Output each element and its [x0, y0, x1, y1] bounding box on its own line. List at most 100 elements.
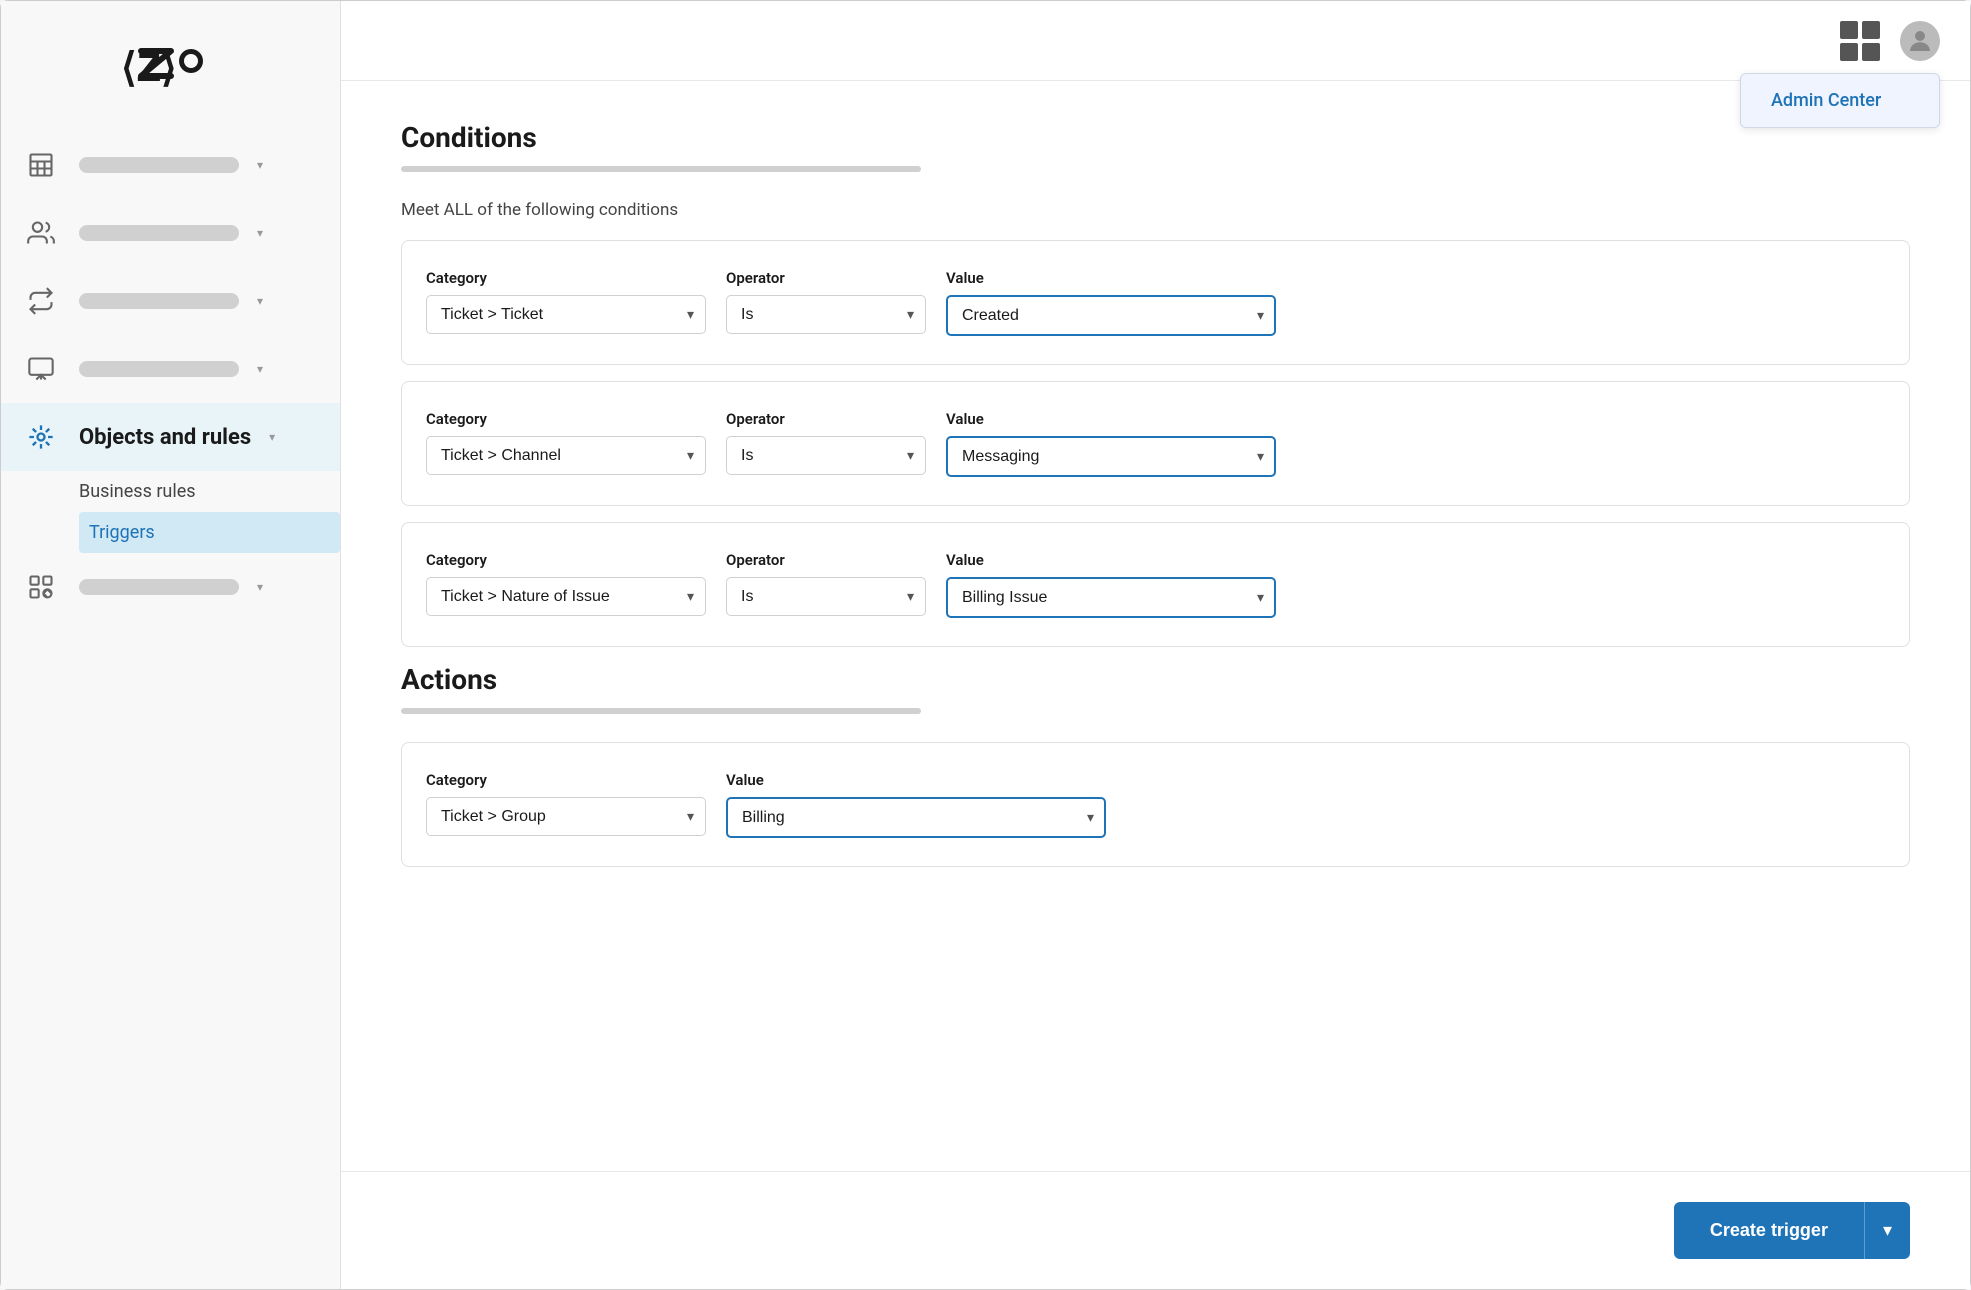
actions-section: Actions Category Ticket > Group Value — [401, 663, 1910, 867]
nav-placeholder-6 — [79, 579, 239, 595]
grid-sq-4 — [1862, 43, 1880, 61]
sidebar-nav: ▾ ▾ — [1, 121, 340, 1289]
condition-row-2: Category Ticket > Channel Operator Is — [401, 381, 1910, 506]
chevron-icon-1: ▾ — [257, 158, 263, 172]
action-value-select-wrapper: Billing — [726, 797, 1106, 838]
operator-group-3: Operator Is — [726, 551, 926, 616]
value-select-3[interactable]: Billing Issue — [946, 577, 1276, 618]
action-value-group: Value Billing — [726, 771, 1106, 838]
conditions-bar — [401, 166, 921, 172]
category-group-3: Category Ticket > Nature of Issue — [426, 551, 706, 616]
operator-label-3: Operator — [726, 551, 926, 569]
subnav-business-rules: Business rules — [79, 471, 340, 512]
category-select-3[interactable]: Ticket > Nature of Issue — [426, 577, 706, 616]
sidebar-item-objects-rules[interactable]: Objects and rules ▾ — [1, 403, 340, 471]
conditions-title: Conditions — [401, 121, 1910, 154]
category-select-1[interactable]: Ticket > Ticket — [426, 295, 706, 334]
actions-bar — [401, 708, 921, 714]
value-label-2: Value — [946, 410, 1276, 428]
action-fields-1: Category Ticket > Group Value Billing — [426, 771, 1885, 838]
objects-rules-icon — [21, 417, 61, 457]
condition-fields-1: Category Ticket > Ticket Operator Is — [426, 269, 1885, 336]
operator-select-wrapper-2: Is — [726, 436, 926, 475]
action-value-select[interactable]: Billing — [726, 797, 1106, 838]
operator-select-wrapper-1: Is — [726, 295, 926, 334]
main-content: Admin Center Conditions Meet ALL of the … — [341, 1, 1970, 1289]
category-select-wrapper-1: Ticket > Ticket — [426, 295, 706, 334]
value-label-3: Value — [946, 551, 1276, 569]
value-label-1: Value — [946, 269, 1276, 287]
sidebar-item-3[interactable]: ▾ — [1, 267, 340, 335]
nav-placeholder-3 — [79, 293, 239, 309]
action-category-select[interactable]: Ticket > Group — [426, 797, 706, 836]
condition-row-1: Category Ticket > Ticket Operator Is — [401, 240, 1910, 365]
operator-label-1: Operator — [726, 269, 926, 287]
apps-icon — [21, 567, 61, 607]
condition-fields-2: Category Ticket > Channel Operator Is — [426, 410, 1885, 477]
content-area: Conditions Meet ALL of the following con… — [341, 81, 1970, 1171]
category-group-2: Category Ticket > Channel — [426, 410, 706, 475]
dropdown-arrow-icon: ▾ — [1883, 1220, 1892, 1240]
category-label-3: Category — [426, 551, 706, 569]
grid-sq-3 — [1840, 43, 1858, 61]
action-category-group: Category Ticket > Group — [426, 771, 706, 836]
logo-area: ⟨Z⟩ — [1, 1, 340, 121]
category-select-2[interactable]: Ticket > Channel — [426, 436, 706, 475]
chevron-icon-4: ▾ — [257, 362, 263, 376]
user-avatar[interactable] — [1900, 21, 1940, 61]
nav-placeholder-4 — [79, 361, 239, 377]
nav-placeholder-2 — [79, 225, 239, 241]
grid-sq-2 — [1862, 21, 1880, 39]
action-value-label: Value — [726, 771, 1106, 789]
create-trigger-button[interactable]: Create trigger — [1674, 1202, 1864, 1259]
value-select-1[interactable]: Created — [946, 295, 1276, 336]
action-category-label: Category — [426, 771, 706, 789]
category-select-wrapper-3: Ticket > Nature of Issue — [426, 577, 706, 616]
operator-select-wrapper-3: Is — [726, 577, 926, 616]
operator-select-3[interactable]: Is — [726, 577, 926, 616]
action-row-1: Category Ticket > Group Value Billing — [401, 742, 1910, 867]
chevron-icon-2: ▾ — [257, 226, 263, 240]
operator-label-2: Operator — [726, 410, 926, 428]
value-select-wrapper-3: Billing Issue — [946, 577, 1276, 618]
top-bar: Admin Center — [341, 1, 1970, 81]
building-icon — [21, 145, 61, 185]
value-select-wrapper-2: Messaging — [946, 436, 1276, 477]
category-label-1: Category — [426, 269, 706, 287]
admin-center-link[interactable]: Admin Center — [1771, 90, 1881, 111]
category-group-1: Category Ticket > Ticket — [426, 269, 706, 334]
grid-sq-1 — [1840, 21, 1858, 39]
objects-rules-label: Objects and rules — [79, 425, 251, 450]
people-icon — [21, 213, 61, 253]
action-category-select-wrapper: Ticket > Group — [426, 797, 706, 836]
category-label-2: Category — [426, 410, 706, 428]
footer: Create trigger ▾ — [341, 1171, 1970, 1289]
chevron-icon-5: ▾ — [269, 430, 275, 444]
operator-group-2: Operator Is — [726, 410, 926, 475]
sidebar-item-1[interactable]: ▾ — [1, 131, 340, 199]
sidebar-item-4[interactable]: ▾ — [1, 335, 340, 403]
subnav-objects-rules: Business rules Triggers — [1, 471, 340, 553]
condition-row-3: Category Ticket > Nature of Issue Operat… — [401, 522, 1910, 647]
value-group-1: Value Created — [946, 269, 1276, 336]
nav-placeholder-1 — [79, 157, 239, 173]
top-bar-icons — [1840, 21, 1940, 61]
zendesk-logo: ⟨Z⟩ — [111, 36, 231, 96]
value-group-3: Value Billing Issue — [946, 551, 1276, 618]
operator-group-1: Operator Is — [726, 269, 926, 334]
conditions-subtitle: Meet ALL of the following conditions — [401, 200, 1910, 220]
workspace-icon — [21, 349, 61, 389]
chevron-icon-6: ▾ — [257, 580, 263, 594]
grid-icon[interactable] — [1840, 21, 1880, 61]
value-select-wrapper-1: Created — [946, 295, 1276, 336]
sidebar: ⟨Z⟩ ▾ — [1, 1, 341, 1289]
operator-select-2[interactable]: Is — [726, 436, 926, 475]
value-select-2[interactable]: Messaging — [946, 436, 1276, 477]
sidebar-item-2[interactable]: ▾ — [1, 199, 340, 267]
create-trigger-dropdown-button[interactable]: ▾ — [1864, 1202, 1910, 1259]
conditions-section: Conditions Meet ALL of the following con… — [401, 121, 1910, 647]
subnav-triggers[interactable]: Triggers — [79, 512, 340, 553]
operator-select-1[interactable]: Is — [726, 295, 926, 334]
channels-icon — [21, 281, 61, 321]
sidebar-item-6[interactable]: ▾ — [1, 553, 340, 621]
